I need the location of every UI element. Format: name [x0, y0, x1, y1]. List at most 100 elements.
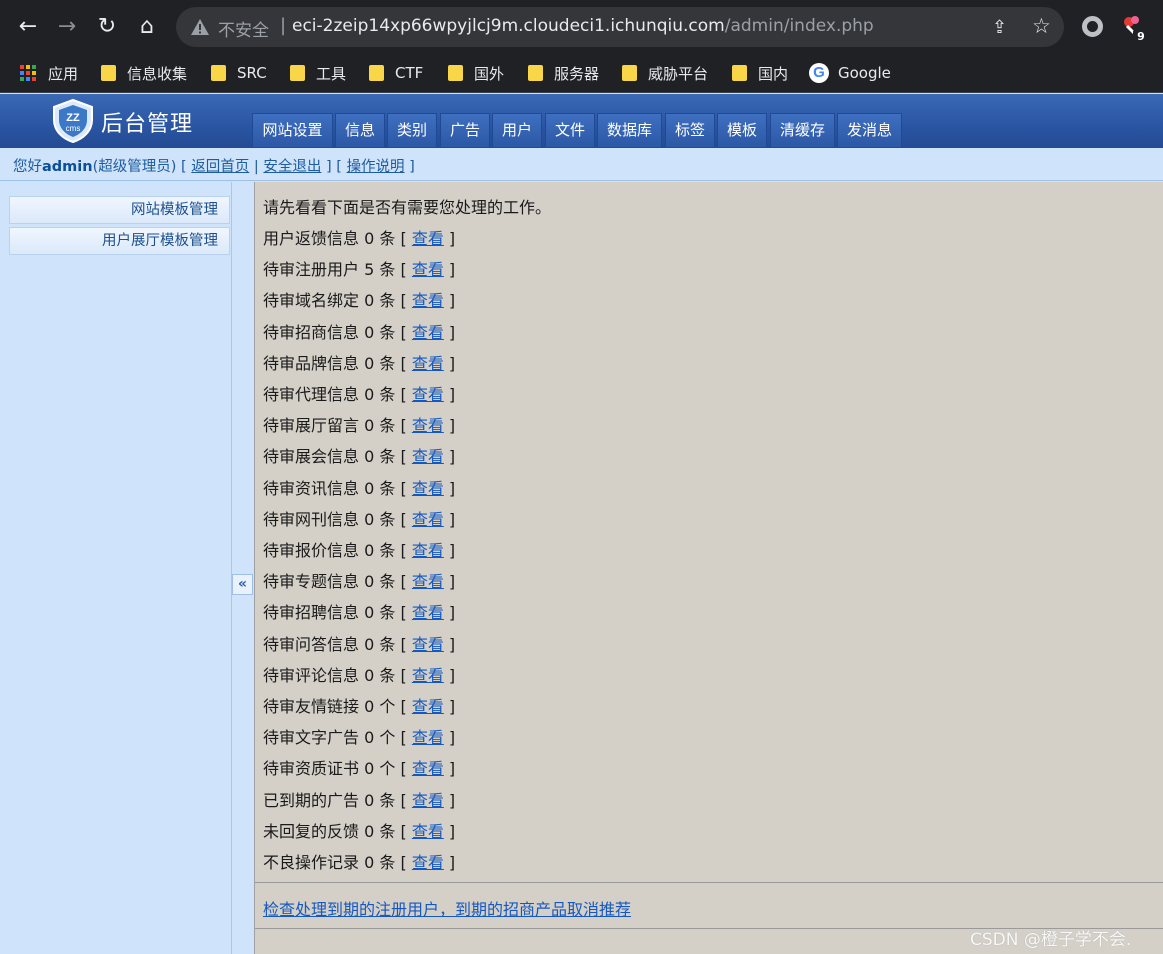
menu-category[interactable]: 类别 — [387, 113, 437, 147]
task-label: 未回复的反馈 — [263, 821, 360, 841]
bookmark-folder[interactable]: 工具 — [290, 54, 346, 92]
sidebar: 网站模板管理 用户展厅模板管理 — [0, 182, 232, 954]
folder-icon — [622, 65, 637, 81]
view-link[interactable]: 查看 — [412, 822, 444, 841]
menu-templates[interactable]: 模板 — [717, 113, 767, 147]
view-link[interactable]: 查看 — [412, 697, 444, 716]
task-unit: 个 — [379, 697, 396, 716]
task-row: 待审报价信息 0 条 [ 查看 ] — [263, 541, 456, 560]
menu-files[interactable]: 文件 — [545, 113, 595, 147]
view-link[interactable]: 查看 — [412, 572, 444, 591]
insecure-label: 不安全 — [218, 21, 269, 41]
view-link[interactable]: 查看 — [412, 791, 444, 810]
apps-grid-icon — [20, 65, 36, 81]
task-label: 用户返馈信息 — [263, 229, 360, 248]
view-link[interactable]: 查看 — [412, 385, 444, 404]
bookmark-google[interactable]: G Google — [809, 54, 891, 92]
bookmarks-bar: 应用 信息收集 SRC 工具 CTF 国外 服务器 威胁平台 国内 G Googl… — [0, 54, 1163, 93]
task-unit: 条 — [379, 572, 396, 592]
warning-icon[interactable] — [190, 17, 210, 37]
view-link[interactable]: 查看 — [412, 541, 444, 560]
task-count: 0 — [364, 322, 375, 342]
back-arrow-icon[interactable]: ← — [13, 12, 43, 42]
task-unit: 条 — [379, 447, 396, 467]
task-unit: 条 — [379, 821, 396, 841]
task-unit: 条 — [379, 322, 396, 342]
task-row: 待审招聘信息 0 条 [ 查看 ] — [263, 603, 456, 623]
home-icon[interactable]: ⌂ — [132, 12, 162, 42]
sidebar-item-user-hall-templates[interactable]: 用户展厅模板管理 — [9, 227, 230, 255]
view-link[interactable]: 查看 — [412, 354, 444, 373]
view-link[interactable]: 查看 — [412, 853, 444, 872]
view-link[interactable]: 查看 — [412, 323, 444, 342]
reload-icon[interactable]: ↻ — [92, 12, 122, 42]
menu-tags[interactable]: 标签 — [665, 113, 715, 147]
task-label: 待审资质证书 — [263, 759, 360, 779]
bookmark-folder[interactable]: 国外 — [448, 54, 504, 92]
view-link[interactable]: 查看 — [412, 416, 444, 435]
bookmark-folder[interactable]: CTF — [369, 54, 423, 92]
bookmark-label: 国外 — [474, 64, 505, 83]
address-bar[interactable]: 不安全 | eci-2zeip14xp66wpyjlcj9m.cloudeci1… — [176, 7, 1064, 47]
bookmark-folder[interactable]: 服务器 — [528, 54, 599, 92]
logout-link[interactable]: 安全退出 — [263, 159, 321, 175]
task-row: 已到期的广告 0 条 [ 查看 ] — [263, 790, 456, 810]
menu-ads[interactable]: 广告 — [440, 113, 490, 147]
bookmark-label: CTF — [395, 64, 424, 82]
task-row: 不良操作记录 0 条 [ 查看 ] — [263, 853, 456, 872]
check-expired-link[interactable]: 检查处理到期的注册用户，到期的招商产品取消推荐 — [263, 896, 631, 920]
browser-toolbar: ← → ↻ ⌂ 不安全 | eci-2zeip14xp66wpyjlcj9m.c… — [0, 0, 1163, 54]
view-link[interactable]: 查看 — [412, 603, 444, 622]
extension-circle-icon[interactable] — [1082, 16, 1103, 37]
back-home-link[interactable]: 返回首页 — [191, 159, 249, 175]
bookmark-apps[interactable]: 应用 — [20, 54, 78, 92]
bookmark-star-icon[interactable]: ☆ — [1032, 14, 1051, 38]
task-label: 待审招商信息 — [263, 322, 360, 342]
bookmark-label: SRC — [237, 64, 267, 82]
view-link[interactable]: 查看 — [412, 635, 444, 654]
view-link[interactable]: 查看 — [412, 510, 444, 529]
menu-info[interactable]: 信息 — [335, 113, 385, 147]
task-unit: 条 — [379, 603, 396, 623]
menu-database[interactable]: 数据库 — [597, 113, 662, 147]
main-content: 请先看看下面是否有需要您处理的工作。 用户返馈信息 0 条 [ 查看 ] 待审注册… — [254, 182, 1163, 954]
folder-icon — [101, 65, 116, 81]
forward-arrow-icon[interactable]: → — [52, 12, 82, 42]
task-row: 待审文字广告 0 个 [ 查看 ] — [263, 728, 456, 748]
bookmark-label: 国内 — [758, 64, 789, 83]
task-count: 0 — [364, 291, 375, 311]
view-link[interactable]: 查看 — [412, 229, 444, 248]
task-row: 待审注册用户 5 条 [ 查看 ] — [263, 260, 456, 280]
task-unit: 条 — [379, 853, 396, 872]
task-unit: 条 — [379, 509, 396, 529]
task-count: 5 — [364, 260, 375, 280]
sidebar-item-site-templates[interactable]: 网站模板管理 — [9, 196, 230, 224]
view-link[interactable]: 查看 — [412, 260, 444, 279]
view-link[interactable]: 查看 — [412, 666, 444, 685]
share-icon[interactable]: ⇪ — [992, 17, 1007, 38]
menu-clear-cache[interactable]: 清缓存 — [770, 113, 835, 147]
view-link[interactable]: 查看 — [412, 479, 444, 498]
task-row: 待审展会信息 0 条 [ 查看 ] — [263, 447, 456, 467]
bookmark-folder[interactable]: 国内 — [732, 54, 788, 92]
task-row: 待审域名绑定 0 条 [ 查看 ] — [263, 291, 456, 311]
task-unit: 条 — [379, 291, 396, 311]
bookmark-label: Google — [838, 64, 891, 82]
task-count: 0 — [364, 447, 375, 467]
view-link[interactable]: 查看 — [412, 759, 444, 778]
view-link[interactable]: 查看 — [412, 291, 444, 310]
bookmark-folder[interactable]: 威胁平台 — [622, 54, 708, 92]
view-link[interactable]: 查看 — [412, 447, 444, 466]
menu-users[interactable]: 用户 — [492, 113, 542, 147]
bookmark-folder[interactable]: SRC — [211, 54, 267, 92]
view-link[interactable]: 查看 — [412, 728, 444, 747]
menu-site-settings[interactable]: 网站设置 — [252, 113, 333, 147]
help-link[interactable]: 操作说明 — [347, 159, 405, 175]
task-unit: 条 — [379, 260, 396, 280]
sidebar-divider — [233, 182, 254, 954]
task-row: 待审品牌信息 0 条 [ 查看 ] — [263, 353, 456, 373]
menu-send-message[interactable]: 发消息 — [837, 113, 902, 147]
collapse-sidebar-icon[interactable]: « — [232, 574, 253, 595]
url-text[interactable]: eci-2zeip14xp66wpyjlcj9m.cloudeci1.ichun… — [292, 16, 874, 36]
bookmark-folder[interactable]: 信息收集 — [101, 54, 187, 92]
